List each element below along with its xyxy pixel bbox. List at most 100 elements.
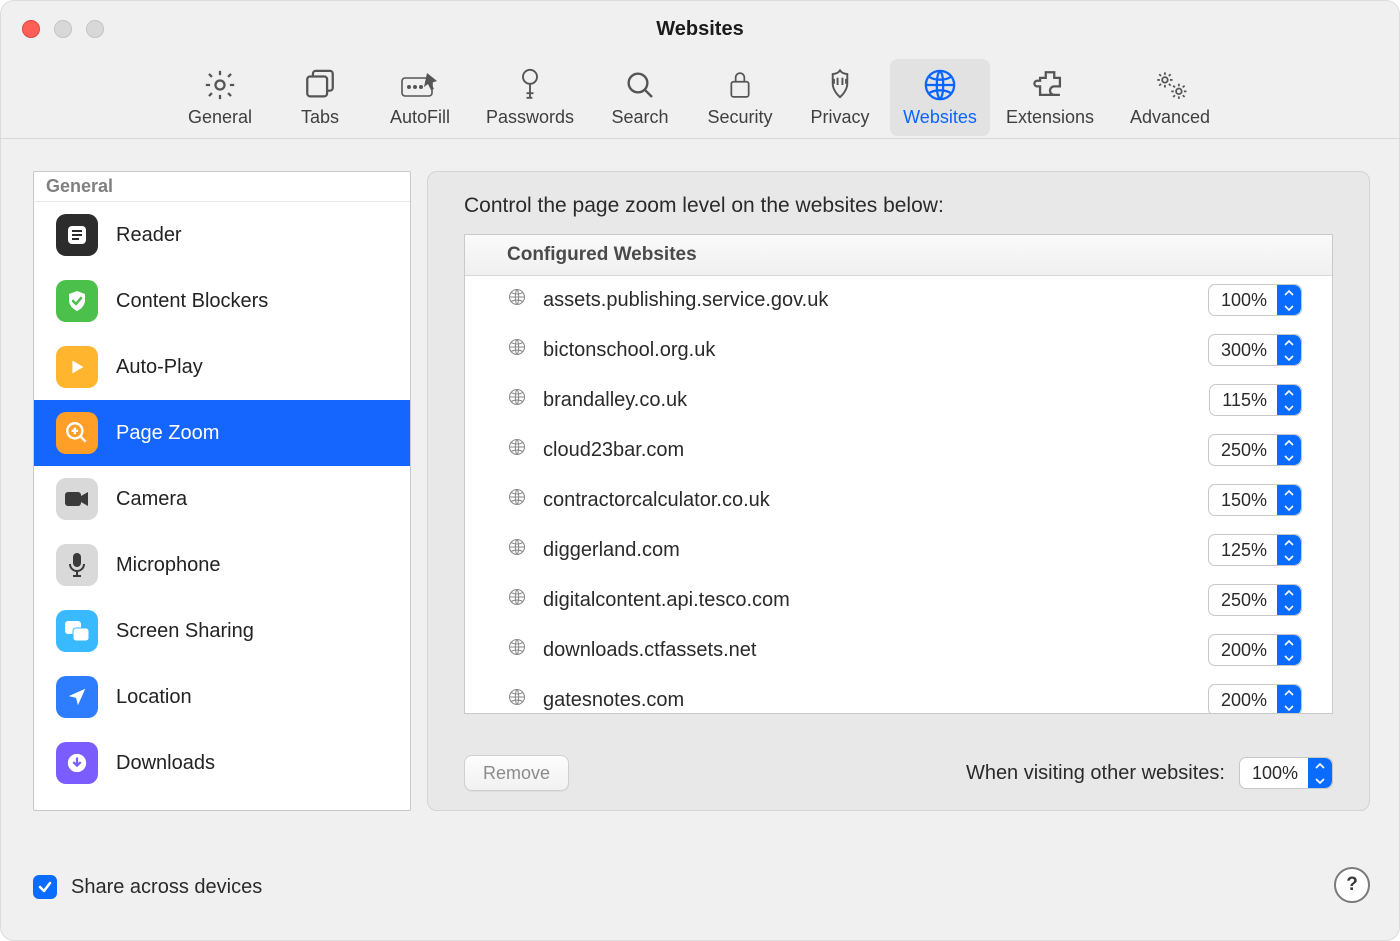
location-icon xyxy=(56,676,98,718)
website-row[interactable]: downloads.ctfassets.net200% xyxy=(465,625,1332,675)
website-row[interactable]: digitalcontent.api.tesco.com250% xyxy=(465,575,1332,625)
website-row[interactable]: brandalley.co.uk115% xyxy=(465,375,1332,425)
search-icon xyxy=(590,65,690,105)
globe-icon xyxy=(507,487,529,513)
toolbar-tab-websites[interactable]: Websites xyxy=(890,59,990,136)
sidebar-item-reader[interactable]: Reader xyxy=(34,202,410,268)
website-row[interactable]: contractorcalculator.co.uk150% xyxy=(465,475,1332,525)
toolbar-tab-label: Websites xyxy=(890,107,990,128)
sidebar-header: General xyxy=(34,172,410,202)
sidebar-item-page-zoom[interactable]: Page Zoom xyxy=(34,400,410,466)
help-button[interactable]: ? xyxy=(1334,867,1370,903)
stepper-icon xyxy=(1277,585,1301,615)
website-row[interactable]: assets.publishing.service.gov.uk100% xyxy=(465,275,1332,325)
toolbar-tab-autofill[interactable]: AutoFill xyxy=(370,59,470,136)
zoom-value: 100% xyxy=(1209,290,1277,311)
privacy-icon xyxy=(790,65,890,105)
zoom-select[interactable]: 200% xyxy=(1208,634,1302,666)
website-row[interactable]: bictonschool.org.uk300% xyxy=(465,325,1332,375)
website-url: digitalcontent.api.tesco.com xyxy=(543,589,1208,612)
autofill-icon xyxy=(370,65,470,105)
toolbar-tab-advanced[interactable]: Advanced xyxy=(1110,59,1230,136)
website-url: assets.publishing.service.gov.uk xyxy=(543,289,1208,312)
sidebar-item-content-blockers[interactable]: Content Blockers xyxy=(34,268,410,334)
stepper-icon xyxy=(1277,485,1301,515)
content-blockers-icon xyxy=(56,280,98,322)
preferences-toolbar: GeneralTabsAutoFillPasswordsSearchSecuri… xyxy=(0,52,1400,136)
website-row[interactable]: diggerland.com125% xyxy=(465,525,1332,575)
toolbar-tab-label: Security xyxy=(690,107,790,128)
sidebar: General Reader Content Blockers Auto-Play P… xyxy=(33,171,411,811)
zoom-value: 150% xyxy=(1209,490,1277,511)
zoom-value: 250% xyxy=(1209,440,1277,461)
sidebar-item-label: Auto-Play xyxy=(116,356,203,379)
sidebar-item-label: Microphone xyxy=(116,554,221,577)
toolbar-tab-security[interactable]: Security xyxy=(690,59,790,136)
reader-icon xyxy=(56,214,98,256)
window-title: Websites xyxy=(0,18,1400,41)
globe-icon xyxy=(507,587,529,613)
share-across-devices-row: Share across devices xyxy=(33,875,262,899)
toolbar-tab-passwords[interactable]: Passwords xyxy=(470,59,590,136)
website-url: gatesnotes.com xyxy=(543,689,1208,712)
general-icon xyxy=(170,65,270,105)
toolbar-tab-extensions[interactable]: Extensions xyxy=(990,59,1110,136)
zoom-select[interactable]: 300% xyxy=(1208,334,1302,366)
zoom-select[interactable]: 250% xyxy=(1208,584,1302,616)
zoom-select[interactable]: 200% xyxy=(1208,684,1302,713)
globe-icon xyxy=(507,337,529,363)
share-across-devices-label: Share across devices xyxy=(71,876,262,899)
auto-play-icon xyxy=(56,346,98,388)
toolbar-tab-label: Advanced xyxy=(1110,107,1230,128)
sidebar-item-label: Camera xyxy=(116,488,187,511)
zoom-select[interactable]: 250% xyxy=(1208,434,1302,466)
stepper-icon xyxy=(1277,635,1301,665)
toolbar-tab-general[interactable]: General xyxy=(170,59,270,136)
toolbar-tab-privacy[interactable]: Privacy xyxy=(790,59,890,136)
zoom-select[interactable]: 150% xyxy=(1208,484,1302,516)
sidebar-item-screen-sharing[interactable]: Screen Sharing xyxy=(34,598,410,664)
remove-button[interactable]: Remove xyxy=(464,755,569,791)
globe-icon xyxy=(507,537,529,563)
zoom-select[interactable]: 125% xyxy=(1208,534,1302,566)
globe-icon xyxy=(507,637,529,663)
content-pane: Control the page zoom level on the websi… xyxy=(427,171,1370,811)
toolbar-tab-label: Privacy xyxy=(790,107,890,128)
toolbar-tab-tabs[interactable]: Tabs xyxy=(270,59,370,136)
website-row[interactable]: cloud23bar.com250% xyxy=(465,425,1332,475)
website-row[interactable]: gatesnotes.com200% xyxy=(465,675,1332,713)
sidebar-item-camera[interactable]: Camera xyxy=(34,466,410,532)
zoom-value: 200% xyxy=(1209,640,1277,661)
websites-icon xyxy=(890,65,990,105)
toolbar-tab-label: Tabs xyxy=(270,107,370,128)
sidebar-item-microphone[interactable]: Microphone xyxy=(34,532,410,598)
share-across-devices-checkbox[interactable] xyxy=(33,875,57,899)
other-websites-zoom-select[interactable]: 100% xyxy=(1239,757,1333,789)
toolbar-tab-search[interactable]: Search xyxy=(590,59,690,136)
pane-description: Control the page zoom level on the websi… xyxy=(428,172,1369,234)
zoom-select[interactable]: 100% xyxy=(1208,284,1302,316)
website-url: downloads.ctfassets.net xyxy=(543,639,1208,662)
screen-sharing-icon xyxy=(56,610,98,652)
globe-icon xyxy=(507,287,529,313)
stepper-icon xyxy=(1277,535,1301,565)
websites-table: Configured Websites assets.publishing.se… xyxy=(464,234,1333,714)
sidebar-item-label: Reader xyxy=(116,224,182,247)
globe-icon xyxy=(507,387,529,413)
other-websites-zoom-value: 100% xyxy=(1240,763,1308,784)
sidebar-item-downloads[interactable]: Downloads xyxy=(34,730,410,796)
stepper-icon xyxy=(1277,685,1301,713)
zoom-select[interactable]: 115% xyxy=(1209,384,1302,416)
toolbar-tab-label: Passwords xyxy=(470,107,590,128)
website-url: brandalley.co.uk xyxy=(543,389,1209,412)
tabs-icon xyxy=(270,65,370,105)
sidebar-item-label: Downloads xyxy=(116,752,215,775)
stepper-icon xyxy=(1277,435,1301,465)
sidebar-item-location[interactable]: Location xyxy=(34,664,410,730)
website-url: bictonschool.org.uk xyxy=(543,339,1208,362)
page-zoom-icon xyxy=(56,412,98,454)
table-header: Configured Websites xyxy=(465,235,1332,276)
zoom-value: 250% xyxy=(1209,590,1277,611)
sidebar-item-auto-play[interactable]: Auto-Play xyxy=(34,334,410,400)
stepper-icon xyxy=(1308,758,1332,788)
